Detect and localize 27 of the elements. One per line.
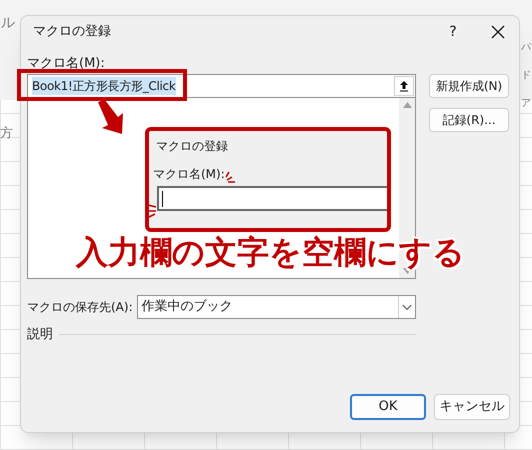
macro-name-field[interactable]: Book1!正方形長方形_Click [27, 74, 416, 98]
background-text: パ [521, 41, 531, 55]
window-title: マクロの登録 [33, 23, 111, 42]
inset-label: マクロ名(M): [152, 166, 225, 183]
background-text: ア [521, 97, 531, 111]
ok-button[interactable]: OK [350, 394, 426, 420]
dialog-button[interactable]: 新規作成(N) [429, 74, 509, 98]
upload-arrow-icon [399, 80, 409, 92]
scroll-down-icon[interactable] [402, 268, 412, 274]
description-label: 説明 [27, 326, 53, 344]
background-text: 方 [0, 125, 13, 143]
close-icon[interactable] [491, 25, 505, 39]
background-text: ル [1, 14, 15, 33]
save-location-label: マクロの保存先(A): [27, 299, 133, 316]
collapse-button[interactable] [394, 76, 414, 96]
macro-name-value: Book1!正方形長方形_Click [32, 77, 176, 95]
save-location-value: 作業中のブック [142, 298, 234, 316]
cancel-button[interactable]: キャンセル [434, 394, 510, 420]
save-location-dropdown[interactable]: 作業中のブック [136, 295, 416, 319]
background-text: ド [521, 69, 531, 83]
pointer-arrow [96, 100, 126, 134]
inset-title: マクロの登録 [155, 138, 229, 155]
macro-name-label: マクロ名(M): [27, 55, 106, 73]
text-cursor [162, 190, 163, 206]
annotation-caption: 入力欄の文字を空欄にする [76, 233, 465, 271]
dialog-button[interactable]: 記録(R)... [429, 108, 509, 132]
help-button[interactable]: ? [441, 22, 465, 42]
